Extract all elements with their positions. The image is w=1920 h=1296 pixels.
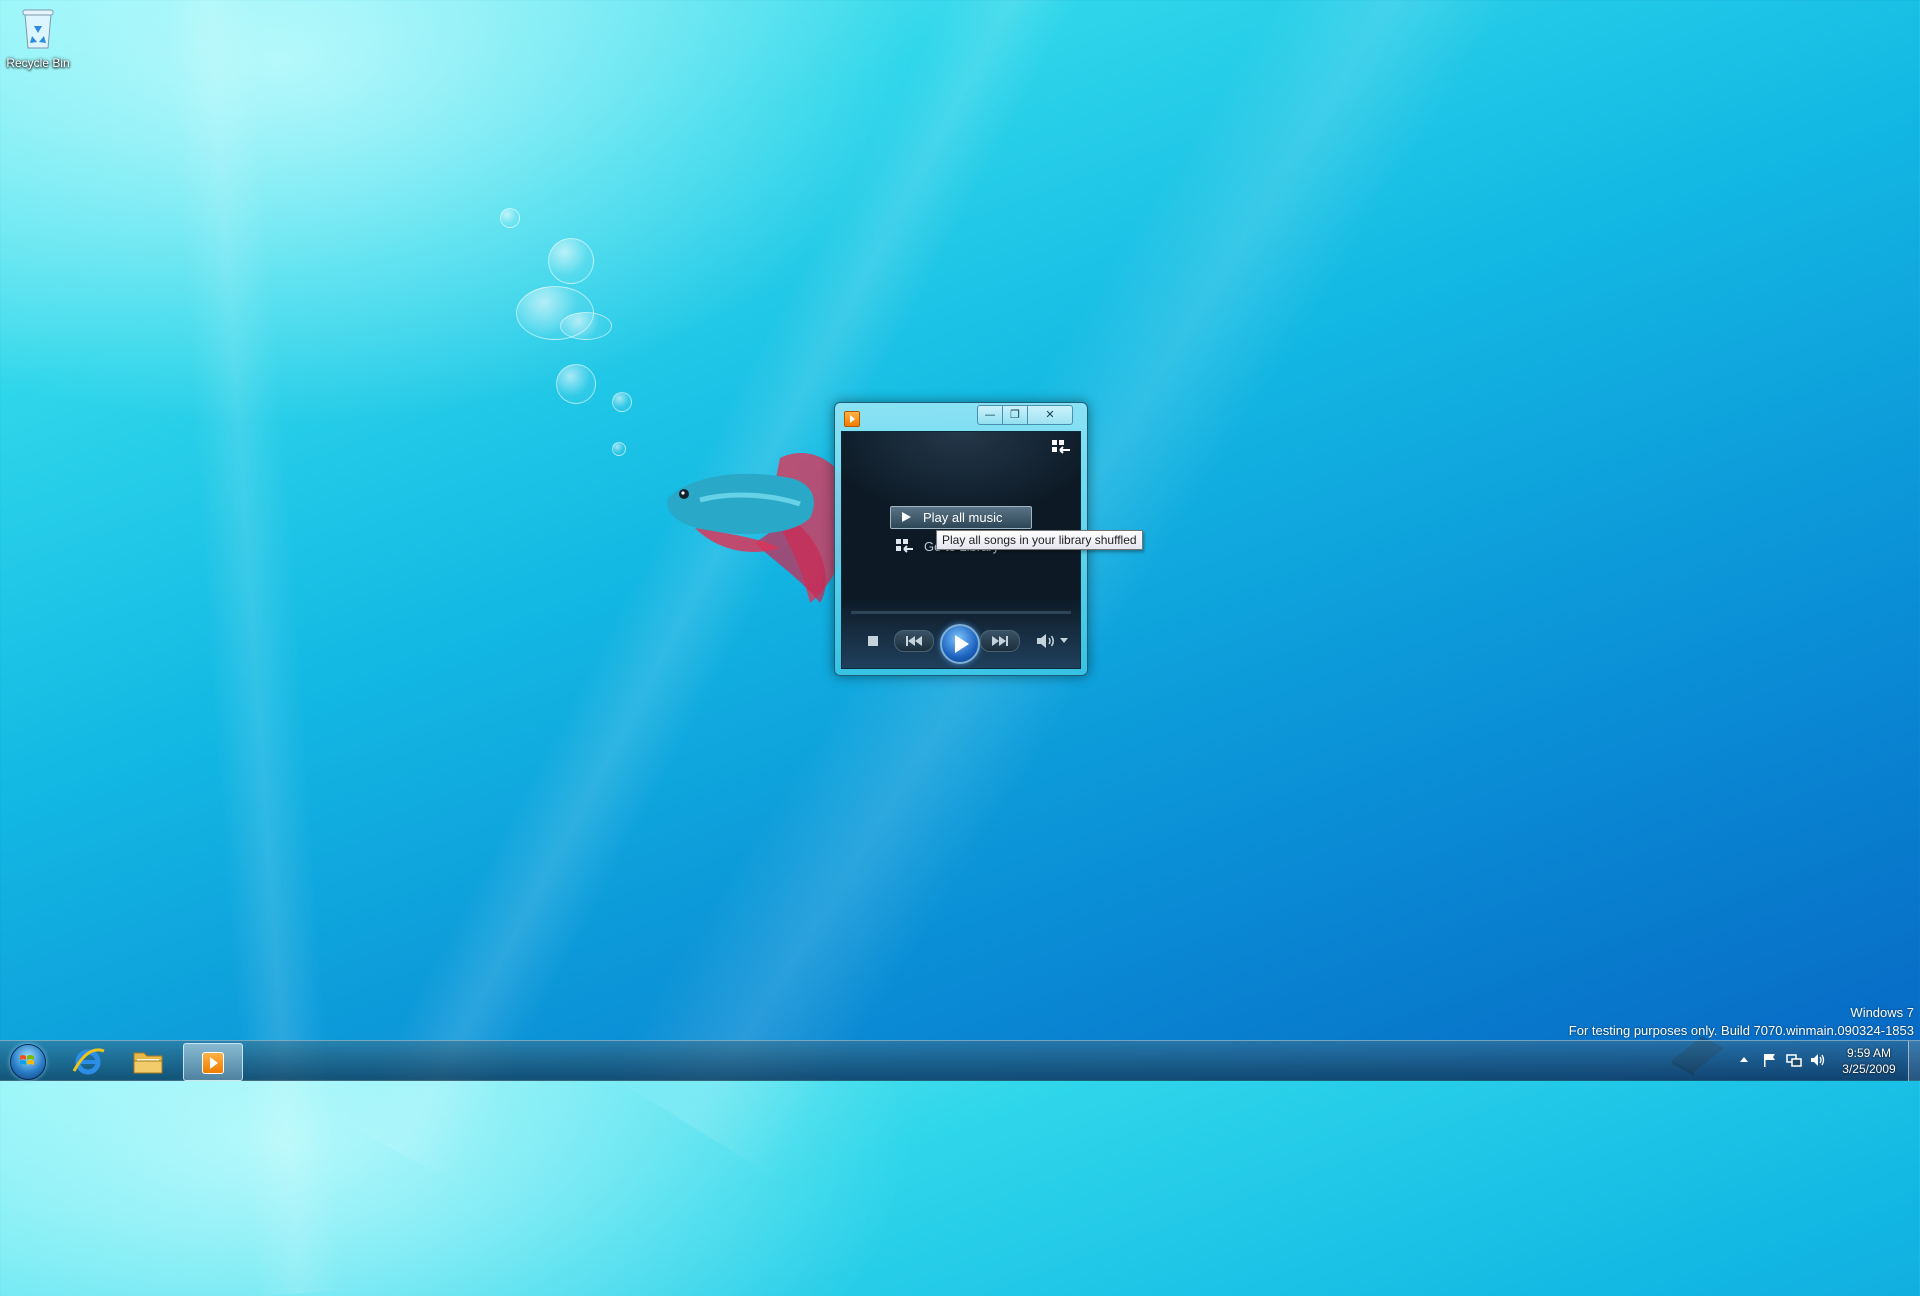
taskbar: 9:59 AM 3/25/2009 [0,1040,1920,1081]
play-all-music-button[interactable]: Play all music [890,506,1032,529]
taskbar-internet-explorer[interactable] [60,1043,116,1079]
play-all-music-label: Play all music [923,510,1003,525]
clock-date: 3/25/2009 [1842,1062,1896,1076]
recycle-bin-icon [22,9,54,49]
play-icon [902,512,911,522]
bubble [548,238,594,284]
volume-icon[interactable] [1810,1052,1826,1068]
show-hidden-icons-arrow[interactable] [1740,1057,1748,1062]
bubble [612,392,632,412]
action-center-flag-icon[interactable] [1762,1052,1778,1068]
system-clock[interactable]: 9:59 AM 3/25/2009 [1830,1045,1908,1077]
taskbar-windows-explorer[interactable] [120,1043,176,1079]
next-icon [992,636,1008,646]
internet-explorer-icon [72,1048,105,1075]
chevron-down-icon[interactable] [1060,638,1068,643]
tooltip: Play all songs in your library shuffled [936,530,1143,550]
windows-flag-icon [20,1055,34,1065]
start-button[interactable] [4,1042,50,1080]
light-ray [150,0,345,1296]
previous-button[interactable] [894,630,934,652]
previous-icon [906,636,922,646]
next-button[interactable] [980,630,1020,652]
taskbar-windows-media-player[interactable] [183,1043,243,1081]
restore-button[interactable]: ❐ [1002,405,1028,425]
now-playing-pane: Play all music Go to Library [841,431,1081,669]
watermark-os: Windows 7 [1850,1005,1914,1020]
bubble [560,312,612,340]
bubble [500,208,520,228]
windows-media-player-icon [844,411,860,427]
close-button[interactable]: ✕ [1027,405,1073,425]
stop-icon[interactable] [868,636,878,646]
desktop-icon-label: Recycle Bin [6,56,70,70]
show-desktop-button[interactable] [1908,1041,1920,1081]
clock-time: 9:59 AM [1846,1046,1892,1060]
windows-media-player-icon [202,1052,224,1074]
library-icon [896,539,913,553]
build-watermark: Windows 7 For testing purposes only. Bui… [1569,1004,1914,1040]
minimize-button[interactable]: — [977,405,1003,425]
watermark-build: For testing purposes only. Build 7070.wi… [1568,1023,1914,1038]
betta-fish-wallpaper [667,452,851,603]
bubble [612,442,626,456]
seek-bar[interactable] [851,610,1071,614]
play-button[interactable] [940,624,980,664]
switch-to-library-icon[interactable] [1052,440,1072,456]
desktop-icon-recycle-bin[interactable]: Recycle Bin [4,6,72,70]
volume-icon[interactable] [1036,633,1056,649]
network-icon[interactable] [1786,1052,1802,1068]
windows-explorer-icon [133,1052,163,1074]
bubble [556,364,596,404]
